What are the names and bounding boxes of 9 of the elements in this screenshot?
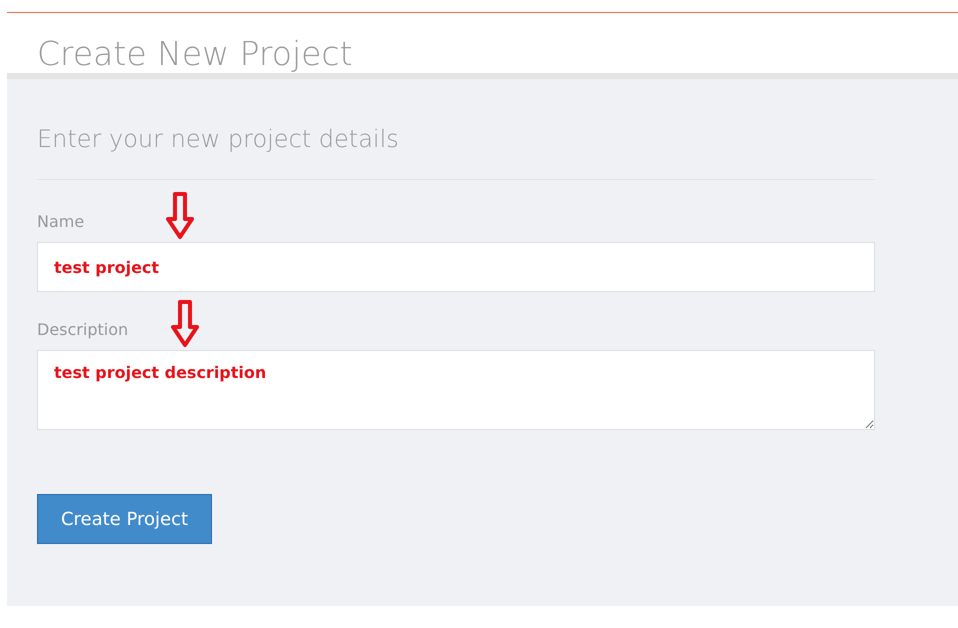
- description-field[interactable]: test project description: [37, 350, 875, 430]
- name-field[interactable]: test project: [37, 242, 875, 292]
- down-arrow-icon: [165, 191, 195, 241]
- form-heading: Enter your new project details: [37, 124, 400, 155]
- field-label: Name: [37, 211, 84, 233]
- page-title: Create New Project: [36, 33, 354, 73]
- create-project-button[interactable]: Create Project: [37, 494, 212, 544]
- down-arrow-icon: [170, 299, 200, 349]
- field-label: Description: [37, 319, 128, 341]
